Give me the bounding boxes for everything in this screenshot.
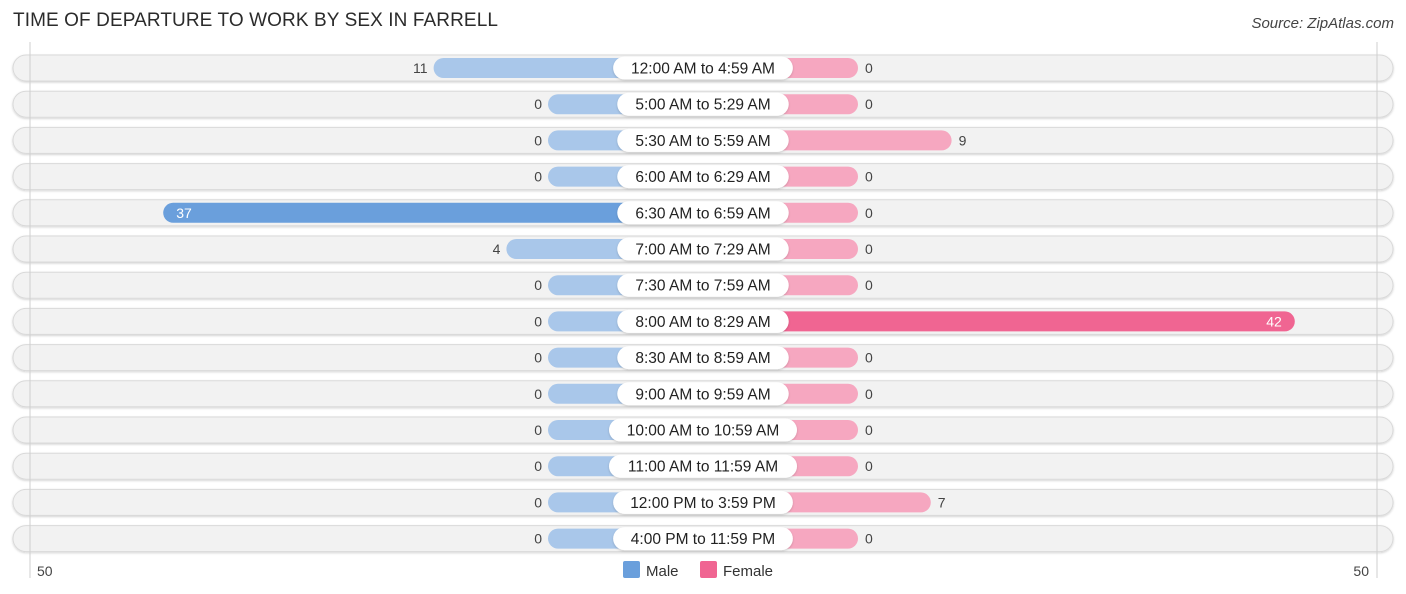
male-value-label: 0 — [534, 169, 542, 185]
legend-male-swatch — [623, 561, 640, 578]
axis-left-label: 50 — [37, 563, 53, 579]
table-row: 0 7 12:00 PM to 3:59 PM — [12, 488, 1394, 516]
female-value-label: 42 — [1266, 313, 1282, 329]
female-value-label: 0 — [865, 422, 873, 438]
category-label: 5:30 AM to 5:59 AM — [635, 133, 770, 150]
male-value-label: 4 — [493, 241, 501, 257]
category-label: 7:00 AM to 7:29 AM — [635, 242, 770, 259]
table-row: 0 42 8:00 AM to 8:29 AM — [12, 307, 1394, 335]
category-label: 6:00 AM to 6:29 AM — [635, 169, 770, 186]
male-value-label: 11 — [413, 60, 428, 76]
axis-right-label: 50 — [1353, 563, 1369, 579]
table-row: 0 0 6:00 AM to 6:29 AM — [12, 163, 1394, 191]
category-label: 12:00 AM to 4:59 AM — [631, 61, 775, 78]
male-value-label: 0 — [534, 132, 542, 148]
legend: Male Female — [623, 561, 773, 580]
male-value-label: 0 — [534, 386, 542, 402]
table-row: 37 0 6:30 AM to 6:59 AM — [12, 199, 1394, 227]
table-row: 0 0 10:00 AM to 10:59 AM — [12, 416, 1394, 444]
female-value-label: 0 — [865, 531, 873, 547]
female-value-label: 7 — [938, 494, 946, 510]
category-label: 8:30 AM to 8:59 AM — [635, 350, 770, 367]
chart-canvas: 11 0 12:00 AM to 4:59 AM 0 0 5:00 AM to 5:29 … — [12, 42, 1394, 580]
female-value-label: 0 — [865, 458, 873, 474]
table-row: 4 0 7:00 AM to 7:29 AM — [12, 235, 1394, 263]
category-label: 5:00 AM to 5:29 AM — [635, 97, 770, 114]
female-value-label: 0 — [865, 205, 873, 221]
male-value-label: 0 — [534, 422, 542, 438]
male-value-label: 0 — [534, 313, 542, 329]
category-label: 6:30 AM to 6:59 AM — [635, 205, 770, 222]
table-row: 0 0 5:00 AM to 5:29 AM — [12, 90, 1394, 118]
table-row: 0 9 5:30 AM to 5:59 AM — [12, 126, 1394, 154]
table-row: 0 0 11:00 AM to 11:59 AM — [12, 452, 1394, 480]
female-bar — [703, 311, 1295, 332]
male-value-label: 37 — [176, 205, 192, 221]
male-value-label: 0 — [534, 277, 542, 293]
female-value-label: 0 — [865, 277, 873, 293]
category-label: 7:30 AM to 7:59 AM — [635, 278, 770, 295]
female-value-label: 9 — [959, 132, 967, 148]
male-value-label: 0 — [534, 494, 542, 510]
female-value-label: 0 — [865, 96, 873, 112]
table-row: 0 0 8:30 AM to 8:59 AM — [12, 344, 1394, 372]
female-value-label: 0 — [865, 169, 873, 185]
male-value-label: 0 — [534, 96, 542, 112]
female-value-label: 0 — [865, 60, 873, 76]
male-value-label: 0 — [534, 531, 542, 547]
category-label: 10:00 AM to 10:59 AM — [627, 423, 780, 440]
rows-layer: 11 0 12:00 AM to 4:59 AM 0 0 5:00 AM to 5:29 … — [12, 54, 1394, 553]
female-value-label: 0 — [865, 350, 873, 366]
female-value-label: 0 — [865, 241, 873, 257]
table-row: 0 0 4:00 PM to 11:59 PM — [12, 525, 1394, 553]
category-label: 11:00 AM to 11:59 AM — [628, 459, 778, 476]
table-row: 11 0 12:00 AM to 4:59 AM — [12, 54, 1394, 82]
category-label: 8:00 AM to 8:29 AM — [635, 314, 770, 331]
legend-male-label: Male — [646, 563, 679, 580]
table-row: 0 0 9:00 AM to 9:59 AM — [12, 380, 1394, 408]
female-value-label: 0 — [865, 386, 873, 402]
legend-female-swatch — [700, 561, 717, 578]
table-row: 0 0 7:30 AM to 7:59 AM — [12, 271, 1394, 299]
male-value-label: 0 — [534, 458, 542, 474]
male-value-label: 0 — [534, 350, 542, 366]
category-label: 12:00 PM to 3:59 PM — [630, 495, 776, 512]
legend-female-label: Female — [723, 563, 773, 580]
category-label: 9:00 AM to 9:59 AM — [635, 386, 770, 403]
category-label: 4:00 PM to 11:59 PM — [631, 531, 775, 548]
